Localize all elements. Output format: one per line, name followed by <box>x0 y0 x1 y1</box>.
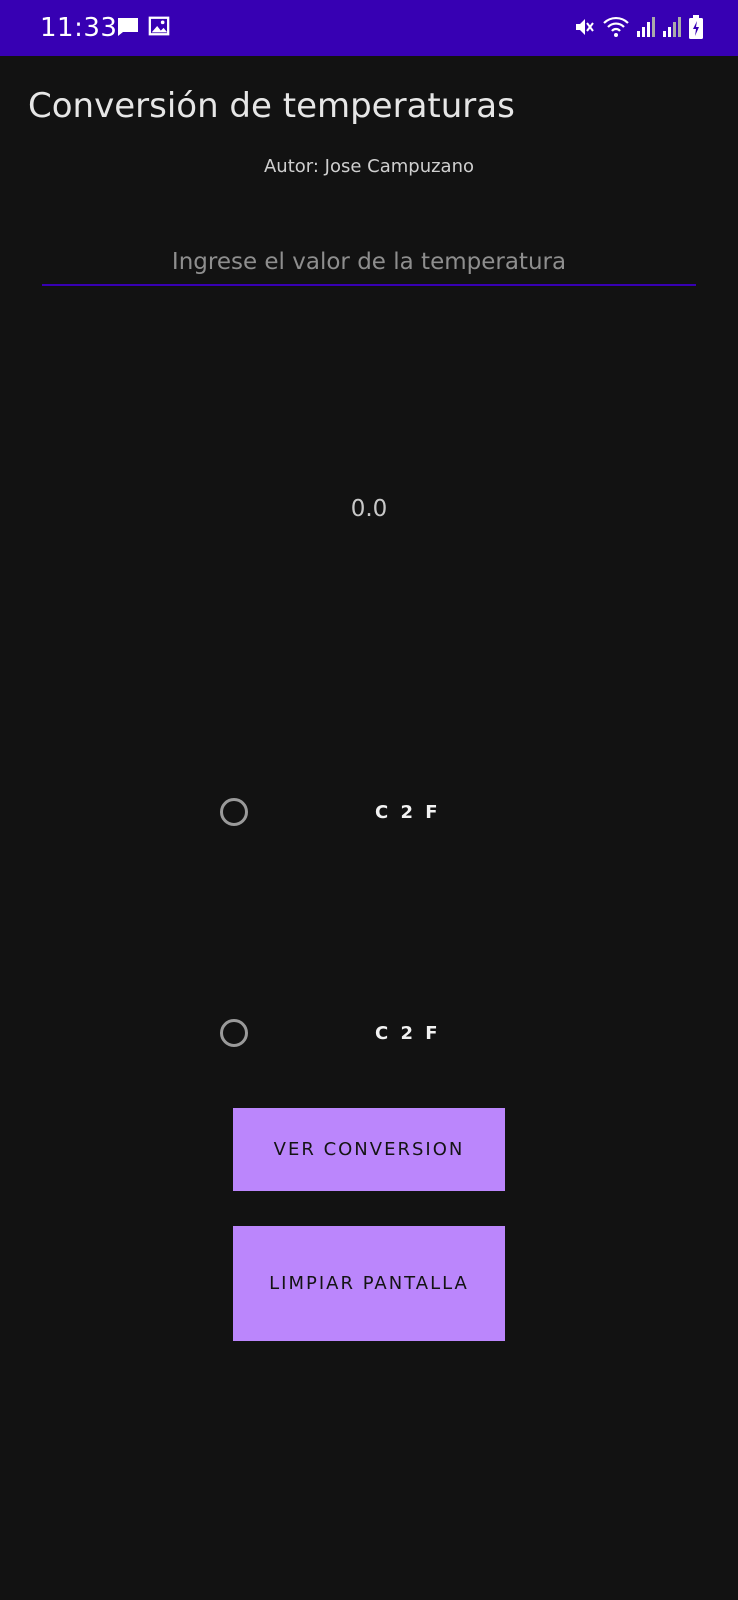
status-left-icons <box>116 15 170 39</box>
page-title: Conversión de temperaturas <box>28 86 515 126</box>
radio-button-2[interactable] <box>220 1019 248 1047</box>
radio-option-1[interactable]: C 2 F <box>220 788 520 836</box>
message-icon <box>116 15 140 39</box>
radio-label-1: C 2 F <box>375 801 441 823</box>
view-conversion-button[interactable]: VER CONVERSION <box>233 1108 505 1191</box>
result-value: 0.0 <box>350 496 388 522</box>
temperature-input[interactable] <box>42 240 696 286</box>
image-icon <box>148 15 170 39</box>
battery-icon <box>688 14 704 40</box>
status-right-icons <box>572 14 704 40</box>
status-time: 11:33 <box>40 13 118 43</box>
signal-icon <box>636 16 656 38</box>
radio-label-2: C 2 F <box>375 1022 441 1044</box>
mute-icon <box>572 15 596 39</box>
radio-option-2[interactable]: C 2 F <box>220 1009 520 1057</box>
wifi-icon <box>602 15 630 39</box>
author-label: Autor: Jose Campuzano <box>263 156 475 177</box>
clear-screen-button[interactable]: LIMPIAR PANTALLA <box>233 1226 505 1341</box>
app-screen: 11:33 Conversión de temperaturas Autor: … <box>0 0 738 1600</box>
temperature-input-container <box>42 240 696 288</box>
status-bar: 11:33 <box>0 0 738 56</box>
radio-button-1[interactable] <box>220 798 248 826</box>
signal-icon <box>662 16 682 38</box>
